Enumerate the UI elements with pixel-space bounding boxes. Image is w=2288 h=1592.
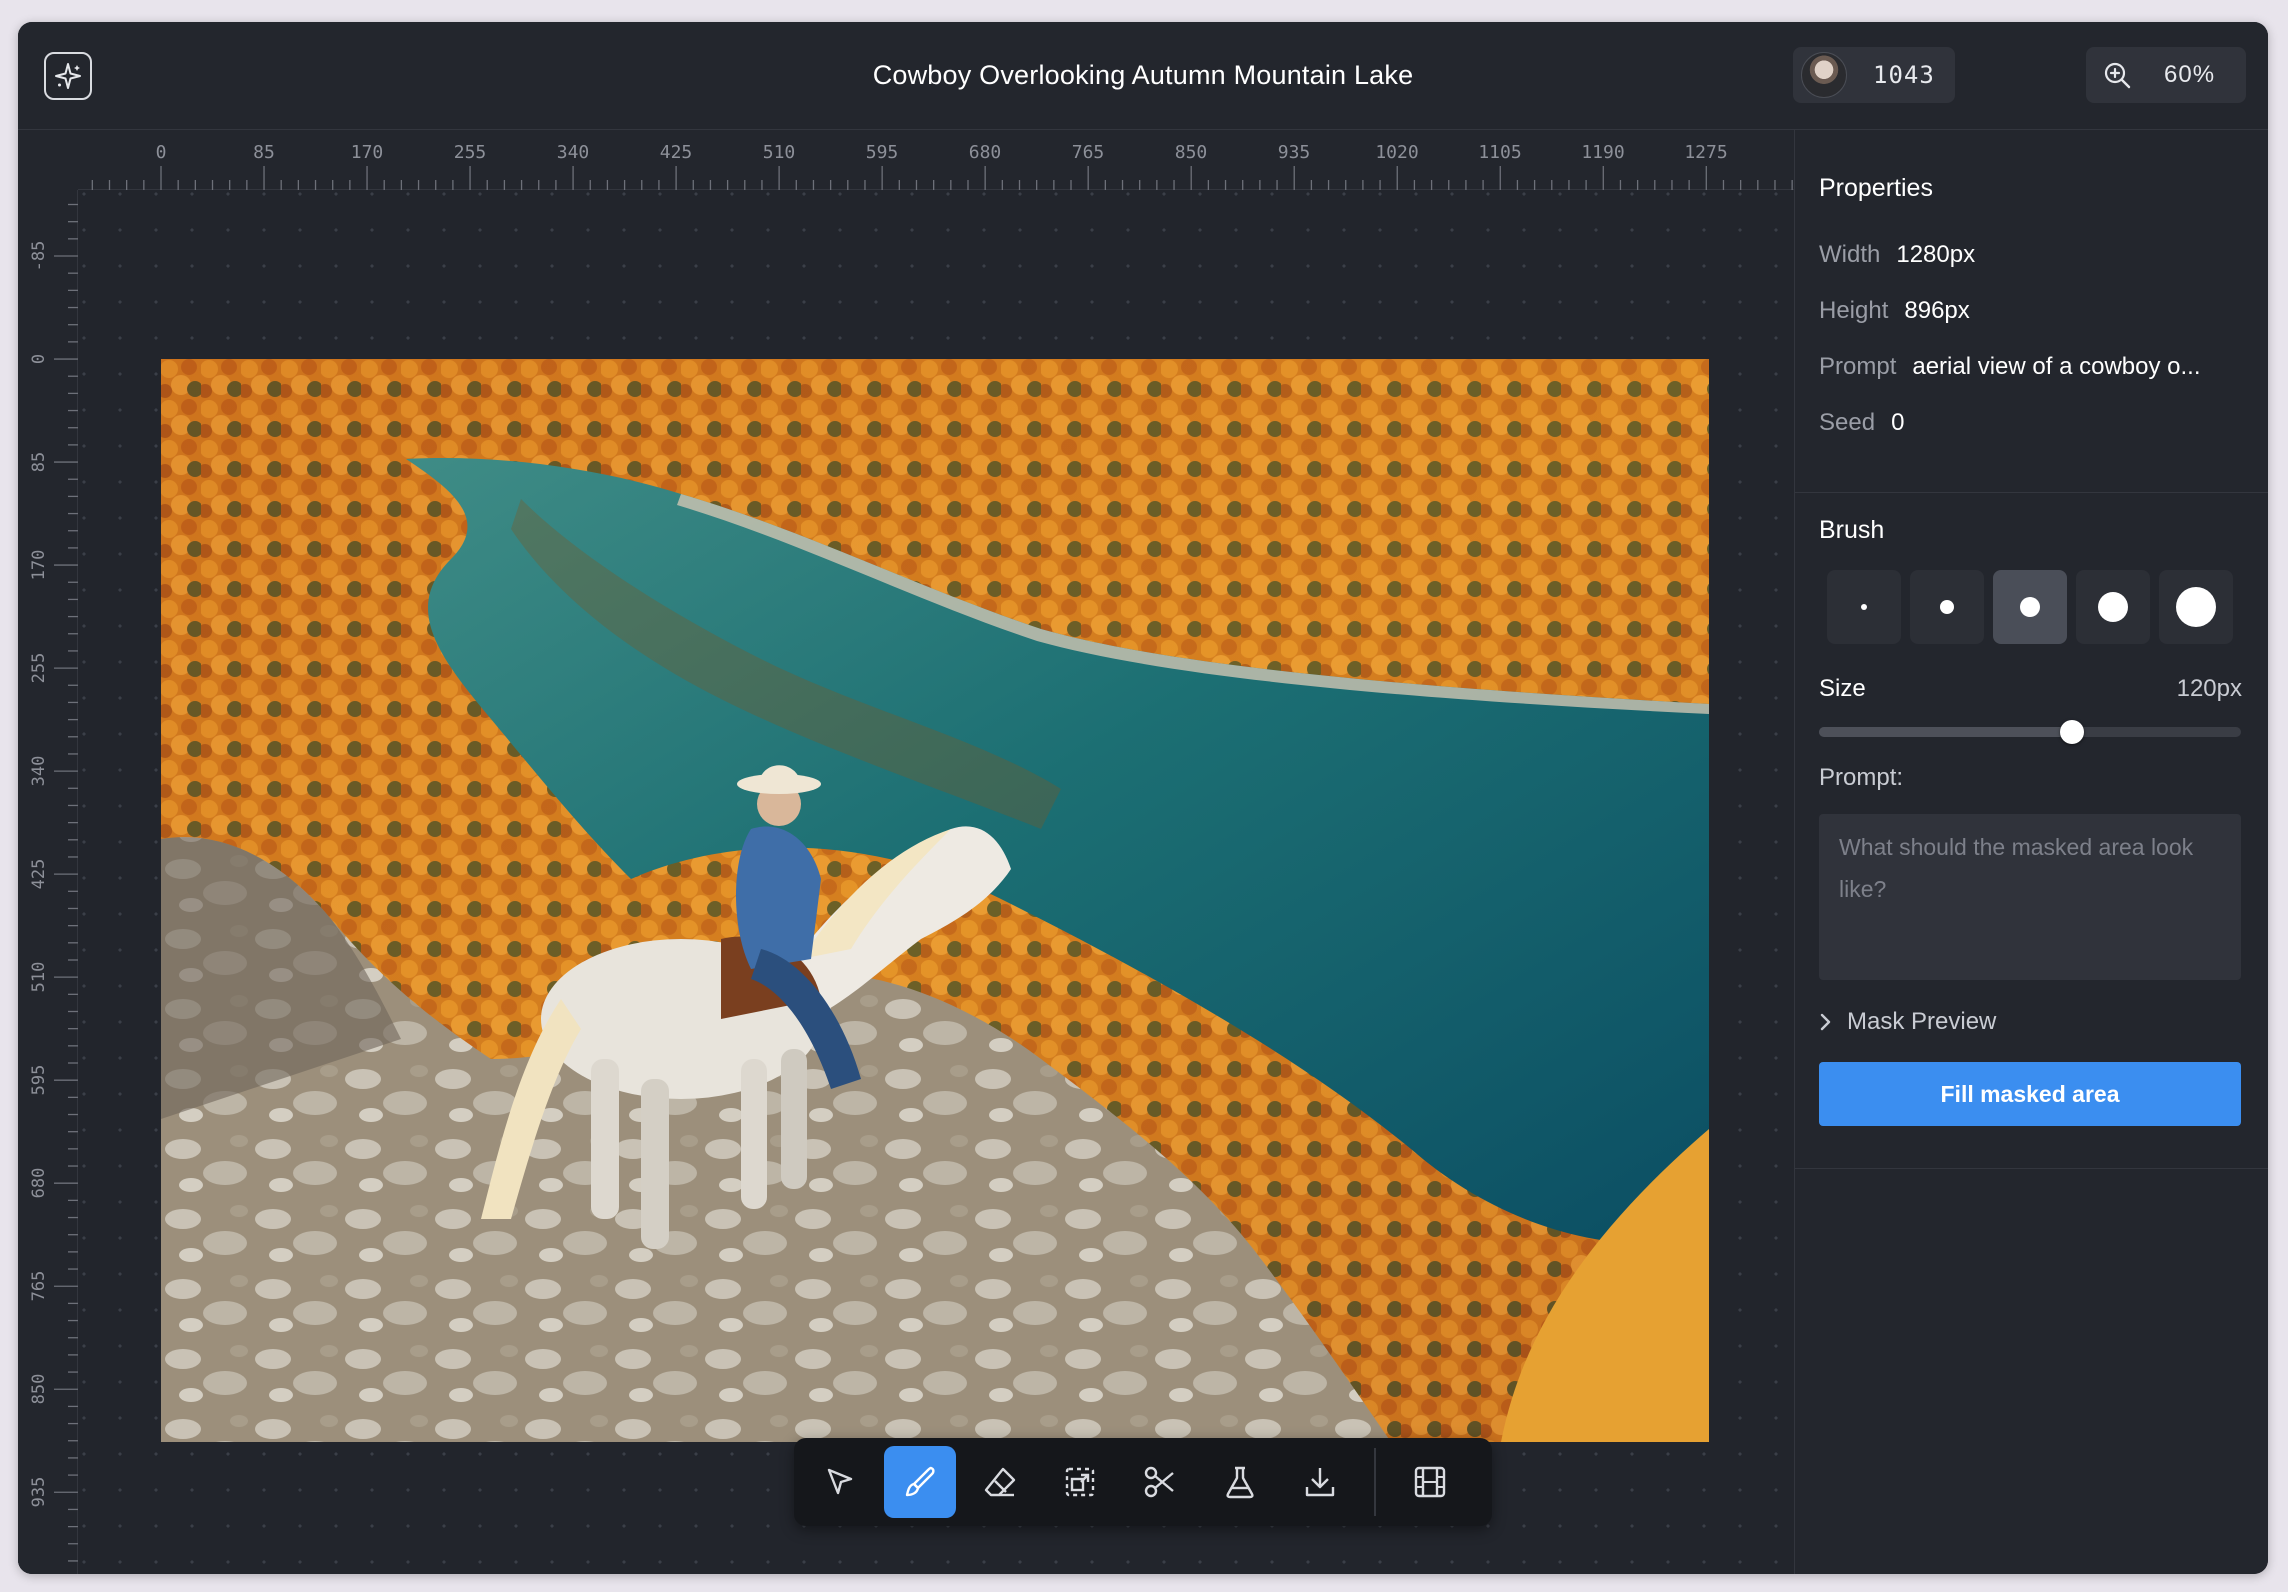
ruler-corner [18,130,78,190]
brush-size-l-button[interactable] [2076,570,2150,644]
dot-icon [2098,592,2128,622]
height-row: Height 896px [1819,297,1970,325]
film-icon [1414,1466,1446,1498]
size-slider-fill [1819,727,2073,737]
ruler-label: 680 [29,1168,49,1199]
credits-badge[interactable]: 1043 [1793,47,1955,103]
avatar[interactable] [1801,52,1847,98]
eraser-tool-button[interactable] [964,1446,1036,1518]
cut-tool-button[interactable] [1124,1446,1196,1518]
ruler-label: 1105 [1478,142,1521,163]
brush-tool-button[interactable] [884,1446,956,1518]
dot-icon [2176,587,2216,627]
ruler-label: 340 [29,756,49,787]
ruler-label: 850 [29,1374,49,1405]
ruler-label: 425 [29,859,49,890]
ruler-label: 340 [557,142,590,163]
flask-icon [1226,1466,1254,1499]
ruler-label: 170 [29,550,49,581]
ruler-label: 765 [29,1271,49,1302]
mask-prompt-label: Prompt: [1819,764,1904,791]
credits-count: 1043 [1873,61,1935,89]
size-label: Size [1819,675,1866,702]
ruler-label: 1020 [1375,142,1418,163]
prompt-value[interactable]: aerial view of a cowboy o... [1912,353,2200,380]
eraser-icon [984,1467,1016,1497]
brush-icon [905,1466,935,1497]
brush-size-xl-button[interactable] [2159,570,2233,644]
ruler-label: 170 [351,142,384,163]
horizontal-ruler: 0 85 170 255 340 425 510 595 680 765 850 935 1020 110… [18,130,1794,190]
ruler-label: 680 [969,142,1002,163]
ruler-label: 255 [454,142,487,163]
brush-title: Brush [1819,516,1885,544]
film-tool-button[interactable] [1394,1446,1466,1518]
mask-preview-label: Mask Preview [1847,1008,1997,1035]
seed-label: Seed [1819,409,1876,436]
top-bar: Cowboy Overlooking Autumn Mountain Lake … [18,22,2268,130]
seed-value: 0 [1891,409,1905,436]
fill-masked-area-button[interactable]: Fill masked area [1819,1062,2241,1126]
height-label: Height [1819,297,1889,324]
size-slider-handle[interactable] [2060,720,2085,744]
dot-icon [1861,604,1867,610]
expand-icon [1065,1467,1095,1497]
width-label: Width [1819,241,1881,268]
mask-preview-toggle[interactable]: Mask Preview [1819,1008,1996,1036]
width-row: Width 1280px [1819,241,1975,269]
mask-prompt-input[interactable] [1819,814,2241,980]
ruler-label: 85 [29,452,49,472]
seed-row: Seed 0 [1819,409,1904,437]
brush-size-s-button[interactable] [1910,570,1984,644]
size-value: 120px [2176,675,2242,702]
ruler-label: 595 [866,142,899,163]
brush-size-m-button[interactable] [1993,570,2067,644]
expand-tool-button[interactable] [1044,1446,1116,1518]
ruler-label: 425 [660,142,693,163]
download-tool-button[interactable] [1284,1446,1356,1518]
ruler-label: 510 [29,962,49,993]
ruler-label: 765 [1072,142,1105,163]
app-window: Cowboy Overlooking Autumn Mountain Lake … [18,22,2268,1574]
toolbar-divider [1374,1448,1376,1516]
ruler-label: 1275 [1684,142,1727,163]
ruler-label: 255 [29,653,49,684]
ruler-label: 85 [253,142,275,163]
ruler-label: 935 [29,1477,49,1508]
chevron-right-icon [1819,1012,1833,1032]
panel-divider [1795,1168,2268,1169]
select-tool-button[interactable] [804,1446,876,1518]
ruler-label: 0 [156,142,167,163]
ruler-label: 935 [1278,142,1311,163]
prompt-label: Prompt [1819,353,1897,380]
panel-divider [1795,492,2268,493]
prompt-row: Prompt aerial view of a cowboy o... [1819,353,2201,381]
ruler-label: -85 [29,241,49,272]
canvas-area[interactable]: 0 85 170 255 340 425 510 595 680 765 850 935 1020 110… [18,130,1794,1574]
properties-title: Properties [1819,174,1933,202]
ruler-label: 595 [29,1065,49,1096]
brush-size-presets [1827,570,2242,644]
vertical-ruler: -8508517025534042551059568076585093520 [18,190,78,1574]
dot-icon [1940,600,1954,614]
flask-tool-button[interactable] [1204,1446,1276,1518]
zoom-in-icon[interactable] [2102,60,2132,90]
properties-panel: Properties Width 1280px Height 896px Promp… [1794,130,2268,1574]
ruler-label: 1190 [1581,142,1624,163]
ruler-label: 850 [1175,142,1208,163]
zoom-control[interactable]: 60% [2086,47,2246,103]
ruler-label: 0 [29,354,49,364]
ruler-label: 510 [763,142,796,163]
brush-size-xs-button[interactable] [1827,570,1901,644]
dot-icon [2020,597,2040,617]
tool-bar [794,1438,1492,1526]
zoom-level: 60% [2164,61,2216,88]
canvas-image[interactable] [161,359,1709,1442]
size-slider[interactable] [1819,720,2241,744]
height-value: 896px [1904,297,1970,324]
width-value: 1280px [1896,241,1976,268]
download-icon [1305,1468,1335,1497]
cursor-icon [827,1468,853,1495]
scissors-icon [1144,1466,1174,1498]
